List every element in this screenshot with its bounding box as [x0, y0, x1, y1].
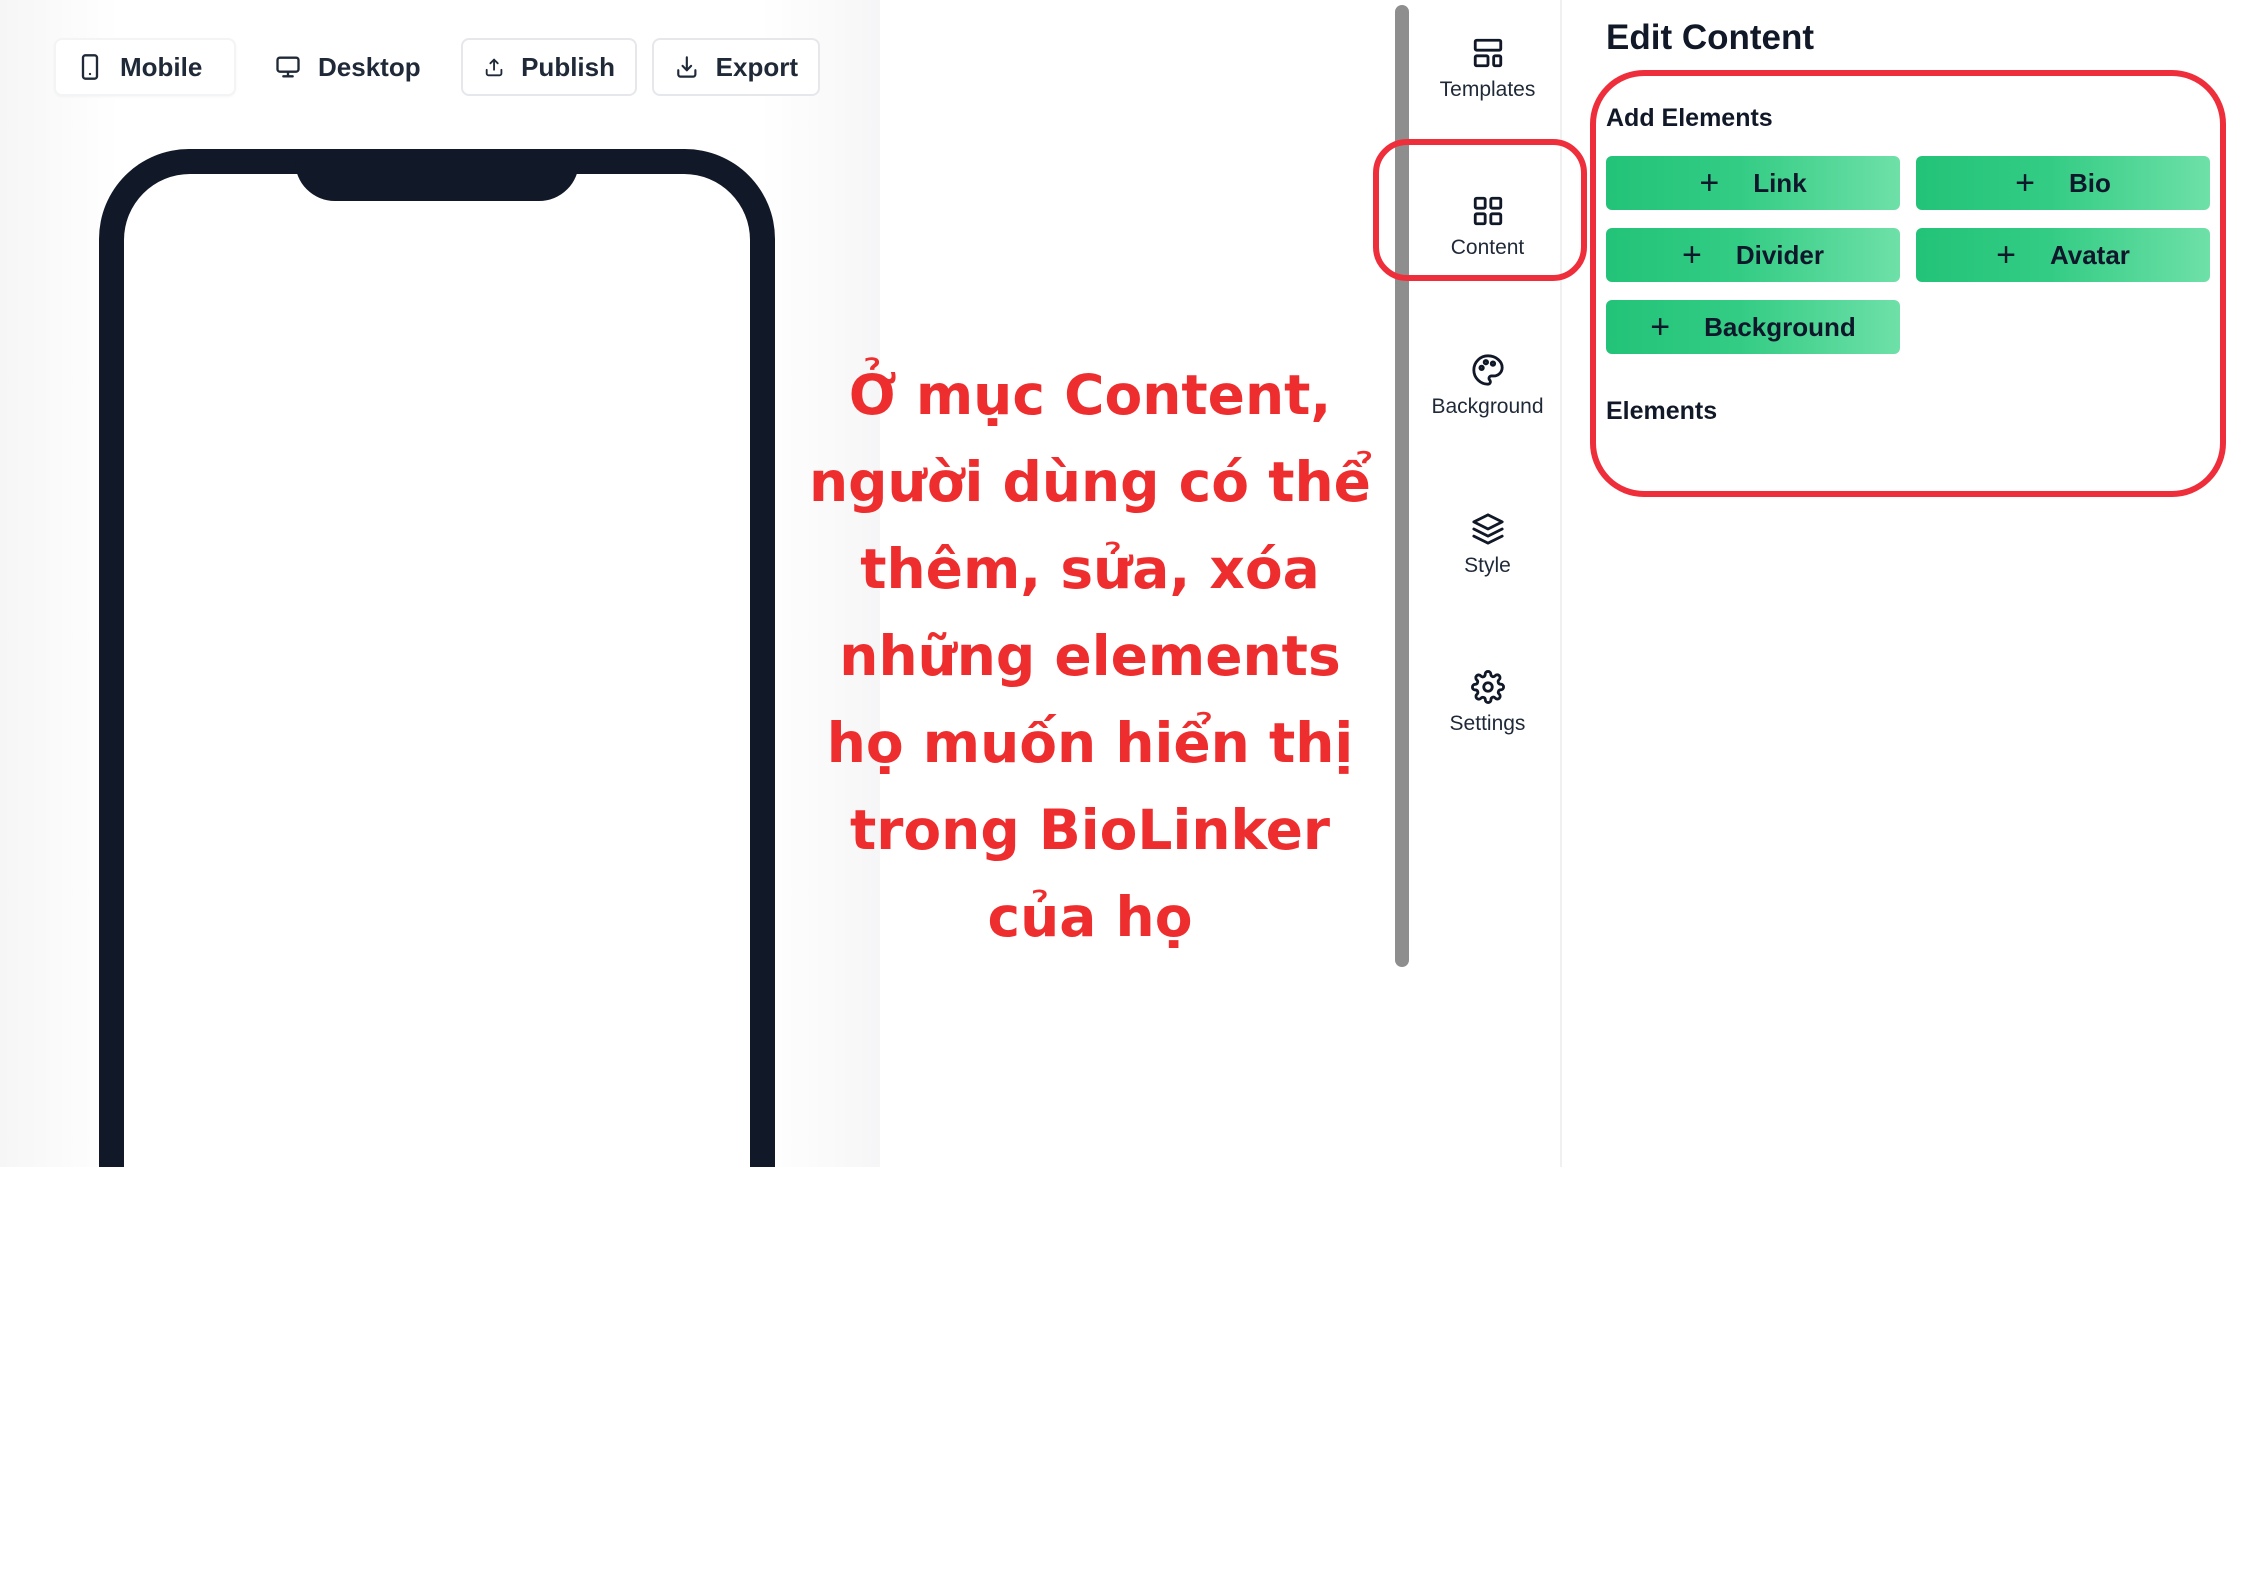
nav-label: Templates — [1439, 78, 1536, 101]
phone-screen — [124, 174, 750, 1167]
download-icon — [677, 56, 697, 78]
mobile-view-button[interactable]: Mobile — [54, 38, 236, 96]
layout-template-icon — [1473, 38, 1502, 68]
palette-icon — [1471, 354, 1504, 386]
annotation-line: thêm, sửa, xóa — [860, 537, 1320, 601]
phone-frame — [99, 149, 775, 1167]
annotation-line: của họ — [987, 885, 1193, 949]
layers-icon — [1471, 513, 1504, 545]
app-window: Mobile Desktop Publish Export Ở mục Cont… — [0, 0, 2245, 1167]
nav-item-background[interactable]: Background — [1415, 331, 1560, 441]
nav-label: Style — [1464, 554, 1511, 577]
annotation-line: họ muốn hiển thị — [826, 711, 1354, 775]
publish-button[interactable]: Publish — [461, 38, 637, 96]
export-label: Export — [715, 51, 798, 82]
export-button[interactable]: Export — [652, 38, 820, 96]
preview-area: Mobile Desktop Publish Export Ở mục Cont… — [0, 0, 1385, 1167]
annotation-line: những elements — [839, 624, 1341, 688]
desktop-view-button[interactable]: Desktop — [254, 38, 484, 96]
panel-title: Edit Content — [1606, 18, 1815, 57]
smartphone-icon — [81, 54, 99, 80]
annotation-line: Ở mục Content, — [848, 363, 1332, 427]
nav-item-templates[interactable]: Templates — [1415, 14, 1560, 124]
annotation-line: người dùng có thể — [809, 450, 1371, 514]
nav-label: Background — [1431, 395, 1544, 418]
annotation-text: Ở mục Content, người dùng có thể thêm, s… — [800, 352, 1380, 961]
annotation-line: trong BioLinker — [849, 798, 1330, 862]
publish-label: Publish — [521, 51, 615, 82]
nav-item-style[interactable]: Style — [1415, 490, 1560, 600]
monitor-icon — [276, 56, 300, 78]
gear-icon — [1470, 670, 1505, 704]
highlight-content-nav — [1373, 139, 1587, 281]
phone-notch — [295, 149, 579, 201]
desktop-label: Desktop — [318, 51, 421, 82]
nav-item-settings[interactable]: Settings — [1415, 648, 1560, 758]
blank-margin — [0, 1167, 2245, 1587]
nav-label: Settings — [1449, 712, 1526, 735]
upload-icon — [485, 58, 503, 77]
highlight-edit-panel — [1590, 70, 2226, 497]
mobile-label: Mobile — [120, 51, 203, 82]
